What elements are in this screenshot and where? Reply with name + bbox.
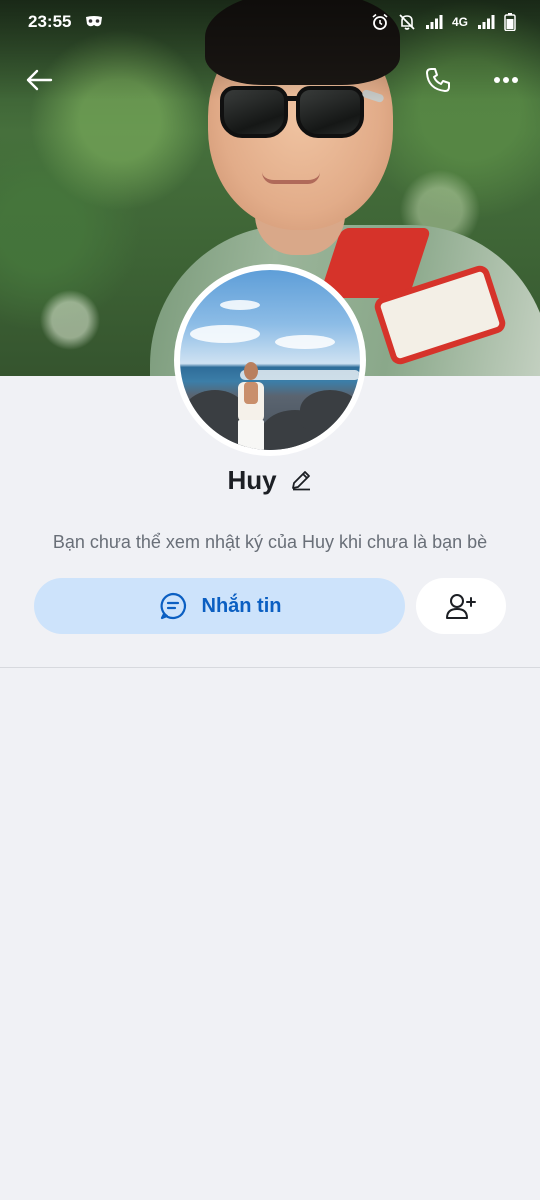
more-options-button[interactable]: [482, 56, 530, 104]
send-message-button[interactable]: Nhắn tin: [34, 578, 405, 634]
add-friend-button[interactable]: [416, 578, 506, 634]
status-time: 23:55: [28, 12, 72, 31]
bell-off-icon: [399, 14, 415, 30]
status-bar: 23:55 4G: [0, 0, 540, 44]
profile-name: Huy: [227, 464, 277, 495]
section-divider: [0, 667, 540, 668]
profile-name-row: Huy: [0, 460, 540, 500]
avatar-person-chest: [244, 382, 258, 404]
phone-icon: [426, 68, 450, 92]
call-button[interactable]: [414, 56, 462, 104]
more-icon: [494, 77, 518, 83]
avatar-person-head: [244, 362, 258, 380]
avatar[interactable]: [174, 264, 366, 456]
avatar-rock: [300, 390, 360, 430]
avatar-surf: [240, 370, 360, 380]
chat-icon: [160, 592, 186, 620]
avatar-cloud: [220, 300, 260, 310]
add-friend-icon: [446, 594, 476, 619]
signal-icon: [425, 15, 443, 29]
pencil-icon: [291, 471, 310, 491]
alarm-icon: [372, 13, 388, 30]
top-action-bar: [0, 56, 540, 104]
avatar-cloud: [275, 335, 335, 349]
avatar-cloud: [190, 325, 260, 343]
battery-icon: [504, 13, 516, 31]
cover-mouth: [262, 172, 320, 184]
edit-name-button[interactable]: [289, 468, 313, 492]
avatar-person-pants: [238, 420, 264, 450]
signal-icon-2: [478, 15, 495, 29]
back-button[interactable]: [15, 56, 63, 104]
send-message-label: Nhắn tin: [201, 594, 282, 617]
back-arrow-icon: [26, 69, 53, 91]
status-icons: 4G: [371, 13, 516, 31]
network-type: 4G: [451, 15, 468, 29]
private-diary-notice: Bạn chưa thể xem nhật ký của Huy khi chư…: [52, 532, 488, 552]
mask-icon: [86, 16, 103, 27]
